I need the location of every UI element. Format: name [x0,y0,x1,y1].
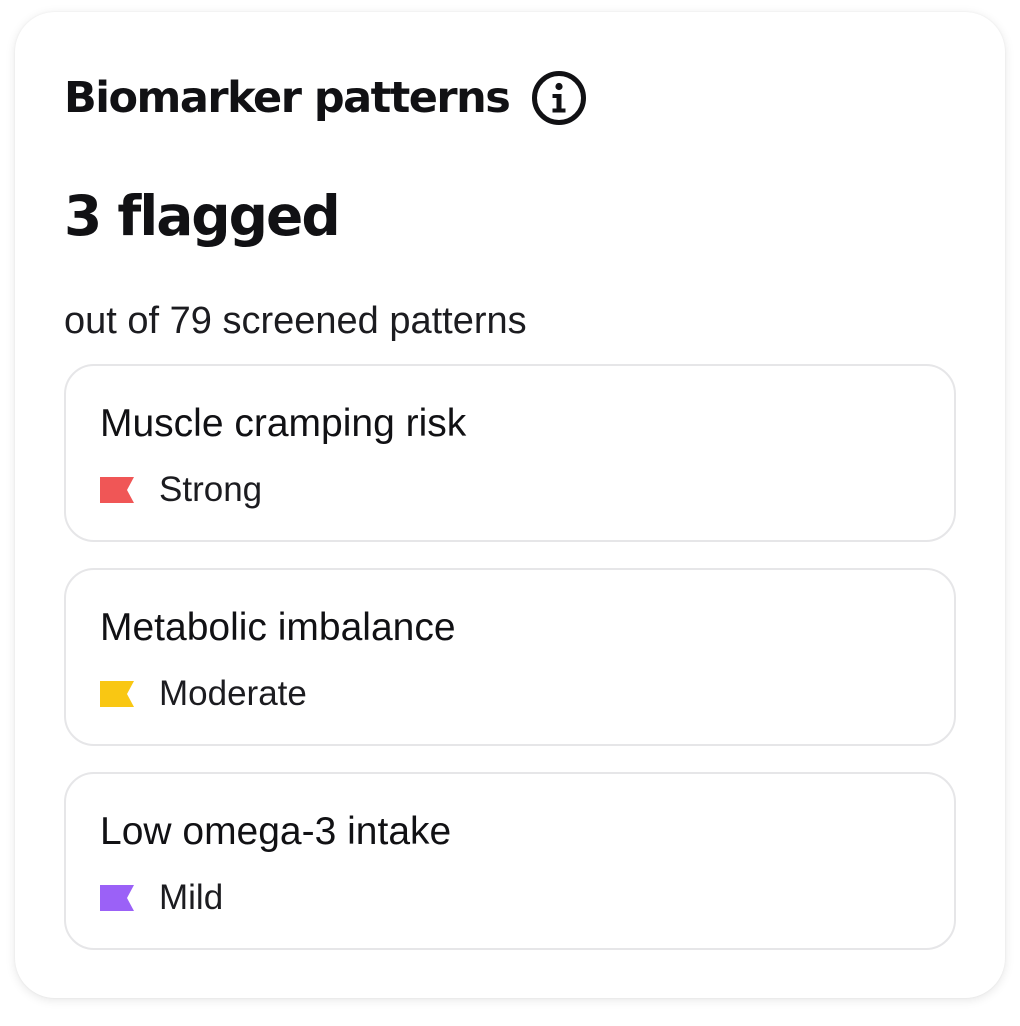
pattern-title: Low omega-3 intake [100,810,452,853]
pattern-title: Metabolic imbalance [100,606,456,649]
pattern-title: Muscle cramping risk [100,402,467,445]
info-icon[interactable] [531,70,587,126]
pattern-item-muscle-cramping[interactable]: Muscle cramping risk Strong [64,364,956,542]
flagged-count: 3 flagged [64,184,341,248]
flag-icon [100,885,134,911]
pattern-item-metabolic-imbalance[interactable]: Metabolic imbalance Moderate [64,568,956,746]
severity-label: Moderate [159,674,307,713]
pattern-item-low-omega-3[interactable]: Low omega-3 intake Mild [64,772,956,950]
severity-label: Strong [159,470,263,509]
pattern-list: Muscle cramping risk Strong Metabolic im… [64,364,956,976]
severity-indicator: Strong [100,470,262,510]
severity-indicator: Moderate [100,674,307,714]
flag-icon [100,477,134,503]
biomarker-patterns-card: Biomarker patterns 3 flagged out of 79 s… [15,12,1005,998]
card-header: Biomarker patterns [64,58,587,138]
severity-label: Mild [159,878,224,917]
screened-subtitle: out of 79 screened patterns [64,300,527,342]
card-title: Biomarker patterns [64,73,511,123]
severity-indicator: Mild [100,878,223,918]
flag-icon [100,681,134,707]
